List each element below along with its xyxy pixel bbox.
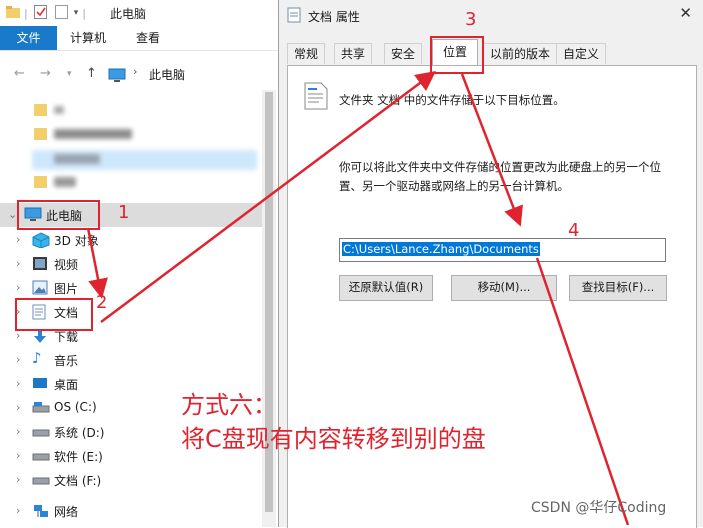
caption-line-1: 方式六：: [181, 391, 277, 419]
step-number-3: 3: [465, 9, 477, 30]
tab-location[interactable]: 位置: [432, 39, 479, 65]
step-number-1: 1: [118, 202, 130, 223]
arrow-pc-to-documents: [86, 227, 108, 299]
arrow-location-tab-to-path: [460, 73, 523, 227]
highlight-documents: [15, 298, 93, 331]
step-number-4: 4: [568, 220, 580, 241]
caption-line-2: 将C盘现有内容转移到别的盘: [181, 425, 486, 453]
arrow-path-down: [535, 257, 630, 526]
step-number-2: 2: [96, 292, 108, 313]
watermark: CSDN @华仔Coding: [531, 500, 667, 516]
arrow-documents-to-location-tab: [100, 71, 437, 324]
highlight-this-pc: [17, 200, 100, 230]
